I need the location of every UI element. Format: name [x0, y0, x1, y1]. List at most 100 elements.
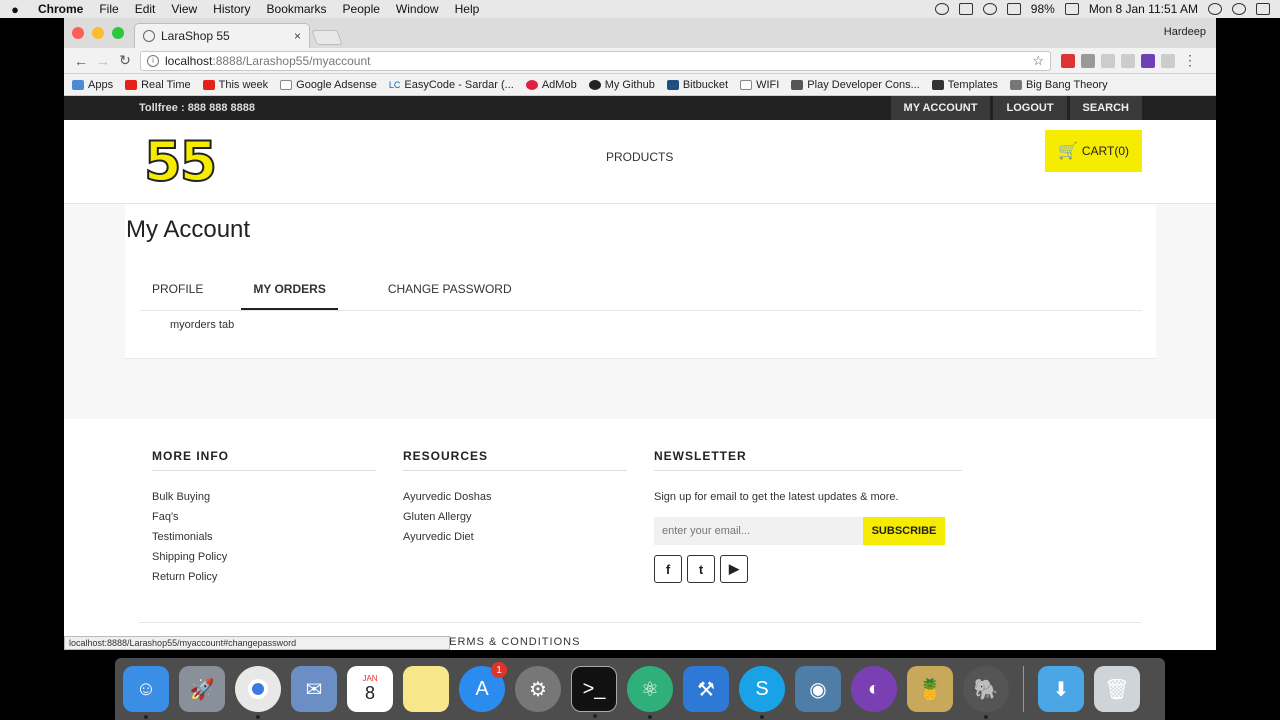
spotlight-search-icon[interactable]	[1208, 3, 1222, 15]
extension-n-icon[interactable]	[1061, 53, 1075, 68]
chrome-icon[interactable]	[235, 666, 281, 719]
bookmark-label: Play Developer Cons...	[807, 78, 920, 91]
search-link[interactable]: SEARCH	[1069, 96, 1142, 120]
footer-link-testimonials[interactable]: Testimonials	[152, 531, 376, 543]
bookmark-wifi[interactable]: WIFI	[740, 79, 779, 91]
site-header: 55 PRODUCTS 🛒 CART(0)	[64, 120, 1216, 204]
terminal-icon[interactable]: >_	[571, 666, 617, 718]
menu-file[interactable]: File	[91, 2, 126, 16]
notification-center-icon[interactable]	[1256, 3, 1270, 15]
extension-fb-icon[interactable]	[1121, 53, 1135, 68]
bookmark-label: Bitbucket	[682, 78, 729, 91]
reload-icon[interactable]: ↻	[114, 52, 136, 69]
trash-icon[interactable]: 🗑	[1094, 666, 1140, 712]
apple-icon[interactable]: ●	[0, 2, 30, 17]
volume-icon[interactable]	[1006, 3, 1021, 15]
twitter-icon[interactable]: t	[687, 555, 715, 583]
bookmark-label: WIFI	[756, 78, 780, 91]
extension-tools-icon[interactable]	[1081, 53, 1095, 68]
menu-help[interactable]: Help	[447, 2, 488, 16]
bookmark-this-week[interactable]: This week	[202, 79, 268, 91]
mail-icon[interactable]: ✉	[291, 666, 337, 712]
footer-link-faqs[interactable]: Faq's	[152, 511, 376, 523]
cart-label: CART(0)	[1081, 144, 1130, 158]
footer-link-shipping-policy[interactable]: Shipping Policy	[152, 551, 376, 563]
menu-view[interactable]: View	[163, 2, 205, 16]
bookmark-bitbucket[interactable]: Bitbucket	[666, 78, 729, 91]
email-input[interactable]	[654, 517, 863, 545]
back-arrow-icon[interactable]: ←	[70, 53, 92, 69]
forward-arrow-icon[interactable]: →	[92, 53, 114, 69]
tab-change-password[interactable]: CHANGE PASSWORD	[388, 282, 512, 310]
bookmark-real-time[interactable]: Real Time	[125, 79, 191, 91]
profile-name[interactable]: Hardeep	[1164, 26, 1206, 38]
cart-icon: 🛒	[1057, 143, 1078, 160]
cocktail-icon[interactable]: 🍍	[907, 666, 953, 712]
launchpad-icon[interactable]: 🚀	[179, 666, 225, 712]
sequel-pro-icon[interactable]: ◉	[795, 666, 841, 712]
play-icon	[791, 79, 804, 90]
notes-icon[interactable]	[403, 666, 449, 712]
skype-icon[interactable]: S	[739, 666, 785, 719]
my-account-link[interactable]: MY ACCOUNT	[890, 96, 991, 120]
menu-window[interactable]: Window	[388, 2, 447, 16]
new-tab-button[interactable]	[311, 30, 343, 45]
bookmark-admob[interactable]: AdMob	[525, 79, 577, 91]
bookmark-big-bang-theory[interactable]: Big Bang Theory	[1009, 79, 1108, 91]
bookmark-templates[interactable]: Templates	[931, 79, 998, 91]
wifi-icon[interactable]	[982, 3, 997, 15]
siri-icon[interactable]	[1232, 3, 1246, 15]
mamp-icon[interactable]: 🐘	[963, 666, 1009, 719]
app-store-icon[interactable]: A1	[459, 662, 507, 712]
subscribe-button[interactable]: SUBSCRIBE	[863, 517, 945, 545]
footer-link-bulk-buying[interactable]: Bulk Buying	[152, 491, 376, 503]
footer-link-gluten-allergy[interactable]: Gluten Allergy	[403, 511, 627, 523]
clock[interactable]: Mon 8 Jan 11:51 AM	[1089, 2, 1198, 16]
bookmark-github[interactable]: My Github	[588, 79, 655, 91]
menu-edit[interactable]: Edit	[127, 2, 164, 16]
youtube-play-icon[interactable]: ▶	[720, 555, 748, 583]
bookmark-easycode[interactable]: LC EasyCode - Sardar (...	[389, 79, 514, 91]
extension-gray-icon[interactable]	[1161, 53, 1175, 68]
system-preferences-icon[interactable]: ⚙	[515, 666, 561, 712]
tab-profile[interactable]: PROFILE	[152, 282, 203, 310]
bookmark-google-adsense[interactable]: Google Adsense	[280, 79, 377, 91]
atom-icon[interactable]: ⚛	[627, 666, 673, 719]
menu-chrome[interactable]: Chrome	[30, 2, 91, 16]
finder-icon[interactable]: ☺	[123, 666, 169, 719]
calendar-icon[interactable]: JAN 8	[347, 666, 393, 712]
bookmark-star-icon[interactable]: ☆	[1032, 53, 1044, 69]
tab-close-icon[interactable]: ×	[294, 29, 301, 43]
chrome-menu-icon[interactable]: ⋮	[1183, 52, 1197, 69]
menu-people[interactable]: People	[335, 2, 388, 16]
extension-funnel-icon[interactable]	[1101, 53, 1115, 68]
close-window-button[interactable]	[72, 27, 84, 39]
downloads-folder-icon[interactable]: ⬇	[1038, 666, 1084, 712]
footer-link-ayurvedic-doshas[interactable]: Ayurvedic Doshas	[403, 491, 627, 503]
maximize-window-button[interactable]	[112, 27, 124, 39]
bookmark-apps[interactable]: Apps	[72, 79, 113, 91]
tab-my-orders[interactable]: MY ORDERS	[241, 282, 338, 310]
info-icon[interactable]: i	[147, 54, 159, 67]
site-logo[interactable]: 55	[143, 129, 218, 194]
microphone-icon[interactable]	[934, 3, 949, 15]
github-desktop-icon[interactable]: ◐	[851, 666, 897, 712]
battery-percent[interactable]: 98%	[1031, 2, 1055, 16]
products-nav-link[interactable]: PRODUCTS	[606, 150, 673, 164]
logout-link[interactable]: LOGOUT	[993, 96, 1067, 120]
xcode-icon[interactable]: ⚒	[683, 666, 729, 712]
checkbox-icon[interactable]	[958, 3, 973, 15]
address-bar[interactable]: i localhost:8888/Larashop55/myaccount ☆	[140, 50, 1051, 71]
bookmark-play-console[interactable]: Play Developer Cons...	[791, 79, 920, 91]
extension-b-icon[interactable]	[1141, 53, 1155, 68]
minimize-window-button[interactable]	[92, 27, 104, 39]
footer-link-ayurvedic-diet[interactable]: Ayurvedic Diet	[403, 531, 627, 543]
github-icon	[588, 79, 601, 90]
menu-bookmarks[interactable]: Bookmarks	[259, 2, 335, 16]
browser-tab[interactable]: LaraShop 55 ×	[134, 23, 310, 48]
battery-icon[interactable]	[1064, 3, 1079, 15]
cart-button[interactable]: 🛒 CART(0)	[1045, 130, 1142, 172]
footer-link-return-policy[interactable]: Return Policy	[152, 571, 376, 583]
menu-history[interactable]: History	[205, 2, 258, 16]
facebook-icon[interactable]: f	[654, 555, 682, 583]
